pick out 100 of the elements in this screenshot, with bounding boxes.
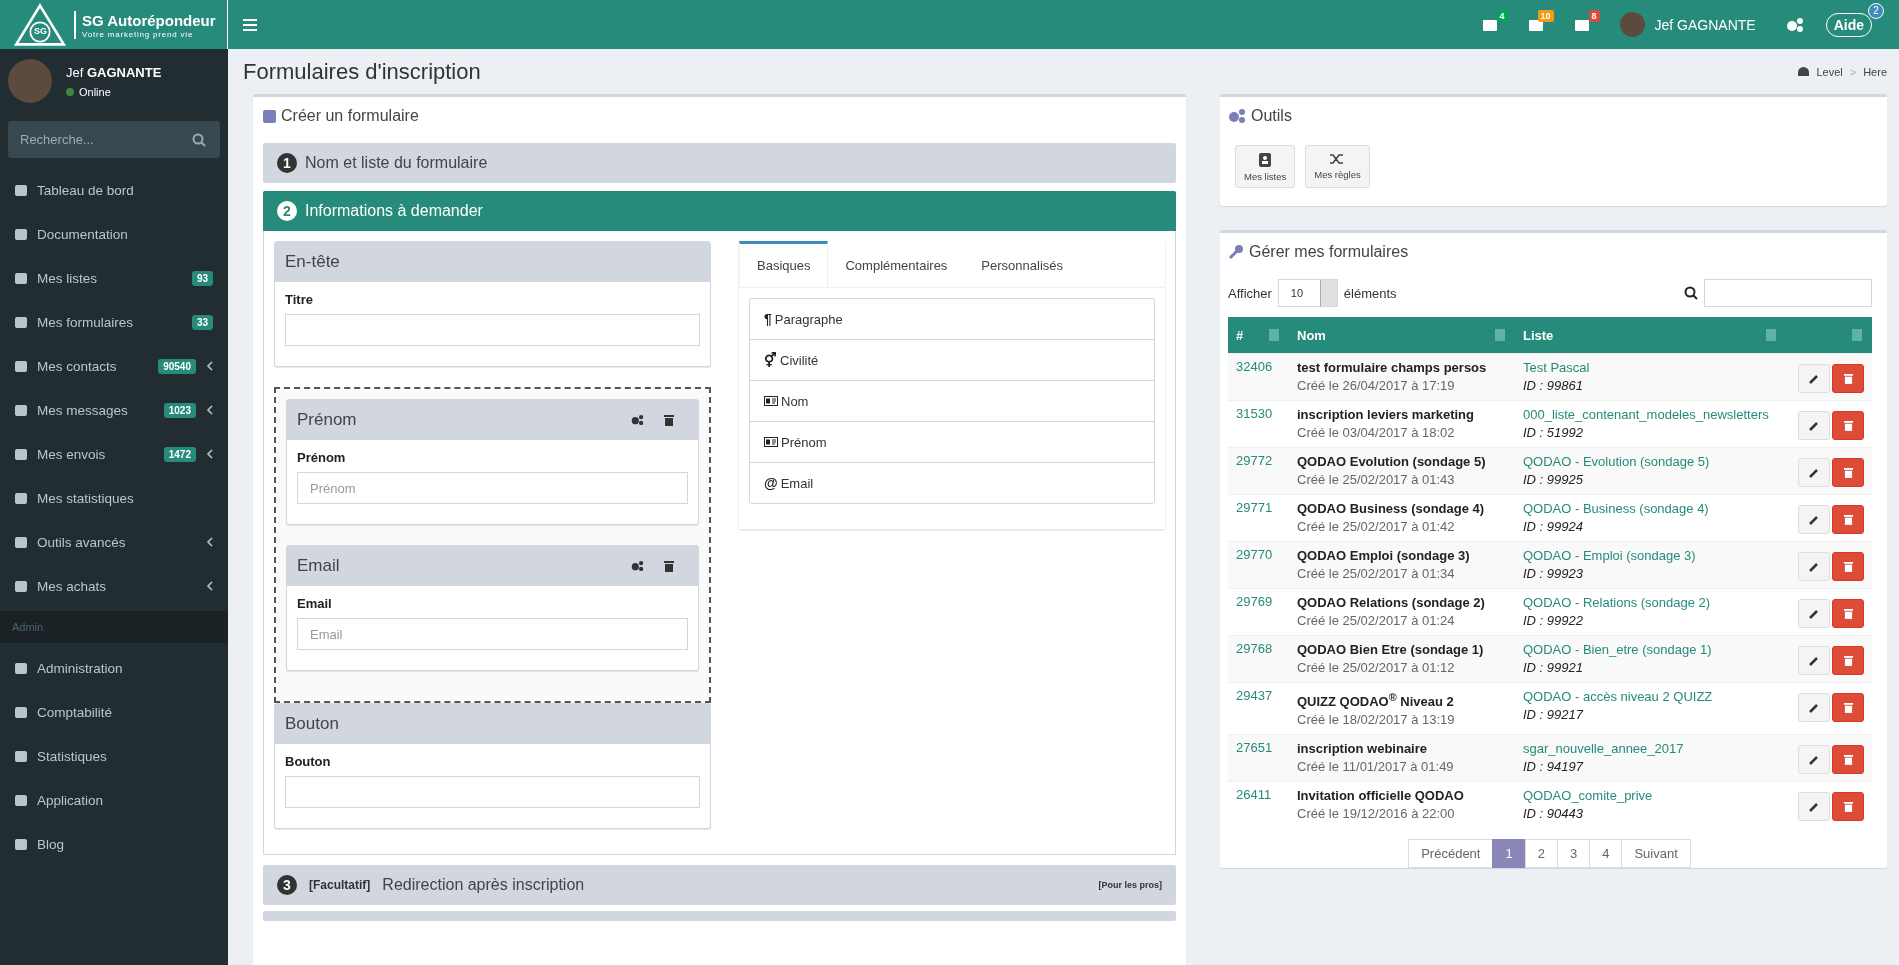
edit-button[interactable] [1798, 364, 1830, 393]
list-link[interactable]: QODAO - accès niveau 2 QUIZZ [1523, 688, 1778, 706]
form-id-link[interactable]: 31530 [1236, 406, 1273, 421]
previous-page-button[interactable]: Précédent [1408, 838, 1494, 868]
form-id-link[interactable]: 29768 [1236, 641, 1273, 656]
edit-button[interactable] [1798, 599, 1830, 628]
sidebar-item[interactable]: Administration [0, 646, 228, 690]
delete-button[interactable] [1832, 693, 1864, 722]
edit-button[interactable] [1798, 792, 1830, 822]
list-link[interactable]: 000_liste_contenant_modeles_newsletters [1523, 406, 1778, 424]
trash-icon [1843, 655, 1853, 666]
form-name: QODAO Bien Etre (sondage 1) [1297, 641, 1485, 659]
page-button[interactable]: 3 [1556, 838, 1591, 868]
form-id-link[interactable]: 32406 [1236, 359, 1273, 374]
list-link[interactable]: QODAO - Business (sondage 4) [1523, 500, 1778, 518]
step-header[interactable]: 1 Nom et liste du formulaire [263, 143, 1176, 183]
sidebar-item[interactable]: Mes formulaires 33 [0, 300, 228, 344]
input-field[interactable]: Email [297, 618, 688, 650]
created-date: Créé le 25/02/2017 à 01:24 [1297, 612, 1456, 630]
sidebar-item[interactable]: Documentation [0, 212, 228, 256]
delete-button[interactable] [1832, 364, 1864, 393]
tool-button[interactable]: Mes listes [1235, 145, 1296, 188]
sidebar-item[interactable]: Mes messages 1023 [0, 388, 228, 432]
form-id-link[interactable]: 29770 [1236, 547, 1273, 562]
list-link[interactable]: QODAO_comite_prive [1523, 787, 1778, 806]
pencil-icon [1809, 420, 1819, 431]
form-name: inscription webinaire [1297, 740, 1429, 759]
field-label: Titre [285, 292, 314, 307]
field-type-item[interactable]: Nom [750, 380, 1154, 421]
list-link[interactable]: QODAO - Relations (sondage 2) [1523, 594, 1778, 612]
step-header[interactable]: 3 [Facultatif] Redirection après inscription [Pour les pros] [263, 865, 1176, 905]
field-type-item[interactable]: ⚥ Civilité [750, 339, 1154, 380]
form-id-link[interactable]: 26411 [1236, 787, 1272, 803]
column-header[interactable]: Liste [1515, 317, 1786, 354]
user-name[interactable]: Jef GAGNANTE [1654, 16, 1756, 33]
delete-button[interactable] [1832, 458, 1864, 487]
sidebar-item[interactable]: Comptabilité [0, 690, 228, 734]
sidebar-item[interactable]: Statistiques [0, 734, 228, 778]
form-id-link[interactable]: 29772 [1236, 453, 1273, 468]
delete-button[interactable] [1832, 745, 1864, 775]
step-title: Redirection après inscription [382, 876, 585, 894]
tab[interactable]: Basiques [739, 241, 829, 287]
status-label: Online [79, 85, 111, 98]
page-button[interactable]: 2 [1524, 838, 1558, 868]
delete-button[interactable] [1832, 411, 1864, 440]
list-link[interactable]: Test Pascal [1523, 359, 1778, 377]
sidebar-item[interactable]: Outils avancés [0, 520, 228, 564]
trash-icon[interactable] [664, 414, 674, 426]
list-link[interactable]: QODAO - Emploi (sondage 3) [1523, 547, 1778, 565]
sidebar-item[interactable]: Mes statistiques [0, 476, 228, 520]
list-link[interactable]: sgar_nouvelle_annee_2017 [1523, 740, 1778, 759]
page-button[interactable]: 4 [1589, 838, 1623, 868]
delete-button[interactable] [1832, 552, 1864, 581]
form-id-link[interactable]: 29437 [1236, 688, 1273, 703]
tab[interactable]: Complémentaires [828, 241, 965, 287]
sidebar-item[interactable]: Mes envois 1472 [0, 432, 228, 476]
edit-button[interactable] [1798, 505, 1830, 534]
field-type-item[interactable]: @ Email [750, 462, 1154, 503]
input-field[interactable] [285, 314, 700, 346]
column-header[interactable]: Nom [1289, 317, 1515, 354]
search-field[interactable] [1704, 279, 1872, 307]
delete-button[interactable] [1832, 599, 1864, 628]
sidebar-item[interactable]: Tableau de bord [0, 168, 228, 212]
tool-button[interactable]: Mes règles [1305, 145, 1370, 188]
edit-button[interactable] [1798, 411, 1830, 440]
edit-button[interactable] [1798, 646, 1830, 675]
step-header[interactable]: 2 Informations à demander [263, 191, 1176, 231]
edit-button[interactable] [1798, 552, 1830, 581]
sidebar-item[interactable]: Blog [0, 822, 228, 866]
sidebar-search-field[interactable]: Recherche... [8, 121, 220, 158]
trash-icon[interactable] [664, 560, 674, 572]
edit-button[interactable] [1798, 693, 1830, 722]
input-field[interactable] [285, 776, 700, 808]
sidebar-item[interactable]: Mes listes 93 [0, 256, 228, 300]
list-link[interactable]: QODAO - Evolution (sondage 5) [1523, 453, 1778, 471]
list-id: ID : 99925 [1523, 471, 1584, 489]
field-type-item[interactable]: ¶ Paragraphe [750, 299, 1154, 339]
breadcrumb-link[interactable]: Level [1816, 65, 1843, 78]
form-id-link[interactable]: 29769 [1236, 594, 1273, 609]
tab[interactable]: Personnalisés [964, 241, 1080, 287]
sidebar-item[interactable]: Mes achats [0, 564, 228, 608]
page-size-select[interactable]: 10 [1277, 279, 1338, 307]
edit-button[interactable] [1798, 745, 1830, 775]
form-id-link[interactable]: 29771 [1236, 500, 1273, 515]
delete-button[interactable] [1832, 792, 1864, 822]
column-header[interactable]: # [1228, 317, 1289, 354]
edit-button[interactable] [1798, 458, 1830, 487]
form-name: QODAO Business (sondage 4) [1297, 500, 1486, 518]
form-id-link[interactable]: 27651 [1236, 740, 1273, 756]
sidebar-item[interactable]: Mes contacts 90540 [0, 344, 228, 388]
list-link[interactable]: QODAO - Bien_etre (sondage 1) [1523, 641, 1778, 659]
input-field[interactable]: Prénom [297, 472, 688, 504]
sidebar-item[interactable]: Application [0, 778, 228, 822]
field-type-item[interactable]: Prénom [750, 421, 1154, 462]
menu-icon[interactable] [243, 18, 257, 31]
delete-button[interactable] [1832, 505, 1864, 534]
next-page-button[interactable]: Suivant [1621, 838, 1691, 868]
form-name: inscription leviers marketing [1297, 406, 1475, 424]
delete-button[interactable] [1832, 646, 1864, 675]
page-button[interactable]: 1 [1492, 838, 1526, 868]
